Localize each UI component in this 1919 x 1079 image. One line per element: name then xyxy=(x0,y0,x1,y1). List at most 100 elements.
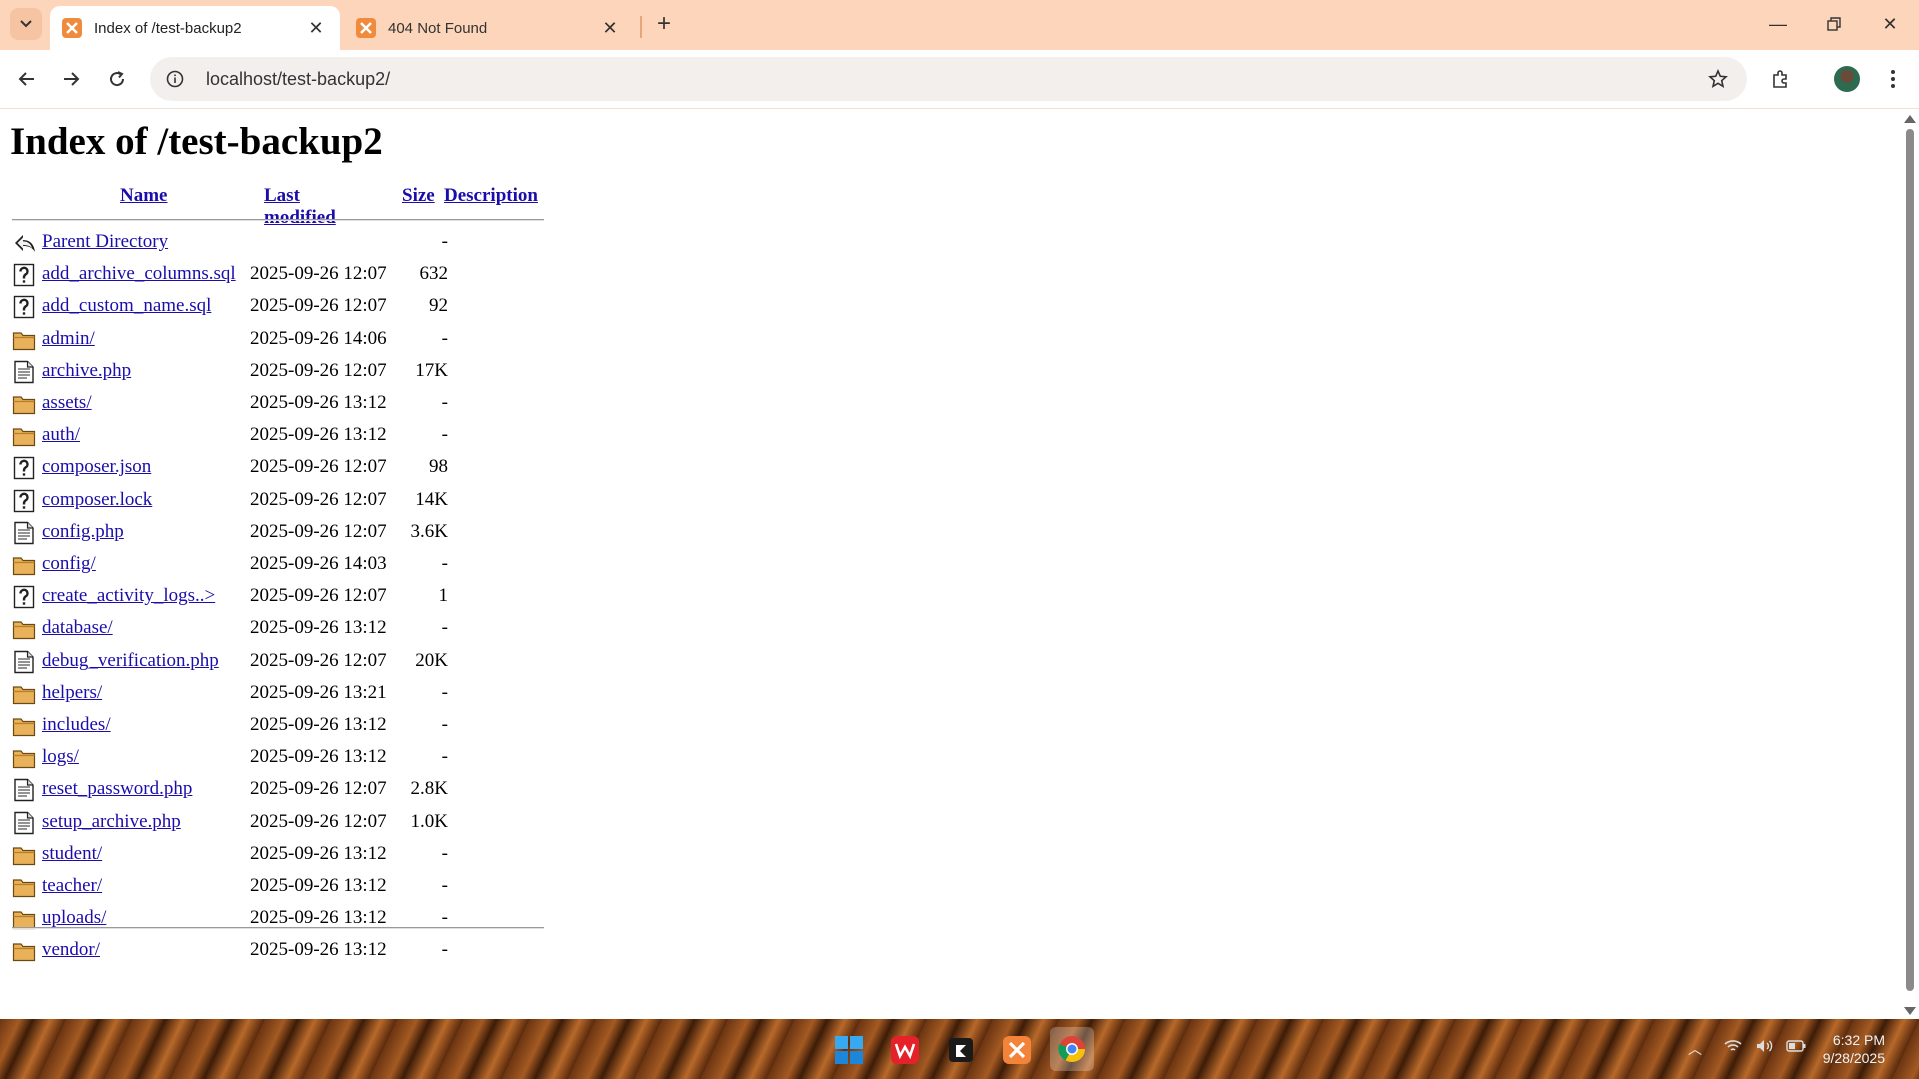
browser-toolbar: localhost/test-backup2/ xyxy=(0,50,1919,109)
file-link[interactable]: reset_password.php xyxy=(42,778,192,800)
sort-by-modified-link[interactable]: Last modified xyxy=(264,185,336,228)
table-row: database/2025-09-26 13:12 - xyxy=(12,615,572,647)
wifi-icon[interactable] xyxy=(1724,1039,1742,1056)
column-header-description[interactable]: Description xyxy=(444,185,538,207)
table-row: student/2025-09-26 13:12 - xyxy=(12,841,572,873)
file-size: 17K xyxy=(415,359,448,381)
last-modified: 2025-09-26 12:07 xyxy=(250,778,387,800)
last-modified: 2025-09-26 13:12 xyxy=(250,746,387,768)
more-vert-icon xyxy=(1891,70,1895,88)
file-link[interactable]: helpers/ xyxy=(42,682,102,704)
file-link[interactable]: create_activity_logs..> xyxy=(42,585,215,607)
wps-office-icon[interactable] xyxy=(886,1031,924,1069)
file-size: - xyxy=(441,392,448,413)
file-size: - xyxy=(441,939,448,961)
folder-icon xyxy=(12,843,36,867)
address-bar[interactable]: localhost/test-backup2/ xyxy=(150,57,1747,101)
file-link[interactable]: student/ xyxy=(42,843,102,865)
file-link[interactable]: composer.lock xyxy=(42,489,152,511)
table-row: add_archive_columns.sql 2025-09-26 12:07 6… xyxy=(12,261,572,293)
column-header-name[interactable]: Name xyxy=(120,185,167,207)
clock-date: 9/28/2025 xyxy=(1822,1050,1885,1066)
xampp-icon[interactable] xyxy=(998,1031,1036,1069)
sort-by-size-link[interactable]: Size xyxy=(402,185,435,206)
file-link[interactable]: debug_verification.php xyxy=(42,650,219,672)
tab-separator xyxy=(640,16,642,38)
show-hidden-icons-chevron-icon[interactable]: ︿ xyxy=(1688,1039,1702,1059)
table-row: reset_password.php 2025-09-26 12:07 2.8K xyxy=(12,776,572,808)
file-link[interactable]: Parent Directory xyxy=(42,231,168,253)
windows-start-icon[interactable] xyxy=(830,1031,868,1069)
table-row: composer.lock 2025-09-26 12:07 14K xyxy=(12,487,572,519)
last-modified: 2025-09-26 13:12 xyxy=(250,875,387,896)
file-size: - xyxy=(441,907,448,929)
table-row: add_custom_name.sql 2025-09-26 12:07 92 xyxy=(12,293,572,325)
battery-icon[interactable] xyxy=(1786,1039,1806,1055)
avatar-icon xyxy=(1834,66,1860,92)
file-link[interactable]: composer.json xyxy=(42,456,151,478)
chevron-down-icon xyxy=(20,20,32,28)
table-row: assets/2025-09-26 13:12 - xyxy=(12,390,572,422)
folder-icon xyxy=(12,553,36,577)
scroll-up-arrow[interactable] xyxy=(1904,115,1916,123)
file-link[interactable]: assets/ xyxy=(42,392,92,414)
extensions-button[interactable] xyxy=(1764,62,1798,96)
tab-not-found[interactable]: 404 Not Found ✕ xyxy=(344,6,634,50)
close-window-button[interactable]: ✕ xyxy=(1870,6,1910,42)
back-button[interactable] xyxy=(10,62,44,96)
table-row: auth/2025-09-26 13:12 - xyxy=(12,422,572,454)
column-header-modified[interactable]: Last modified xyxy=(264,185,336,229)
close-tab-icon[interactable]: ✕ xyxy=(598,16,622,40)
file-size: - xyxy=(441,714,448,735)
file-link[interactable]: add_archive_columns.sql xyxy=(42,263,236,285)
reload-button[interactable] xyxy=(100,62,134,96)
file-link[interactable]: vendor/ xyxy=(42,939,100,961)
text-file-icon xyxy=(12,778,36,802)
minimize-button[interactable]: — xyxy=(1758,6,1798,42)
close-tab-icon[interactable]: ✕ xyxy=(304,16,328,40)
sort-by-description-link[interactable]: Description xyxy=(444,185,538,206)
unknown-file-icon xyxy=(12,585,36,609)
system-clock[interactable]: 6:32 PM 9/28/2025 xyxy=(1823,1031,1885,1067)
text-file-icon xyxy=(12,521,36,545)
sort-by-name-link[interactable]: Name xyxy=(120,185,167,206)
restore-button[interactable] xyxy=(1814,6,1854,42)
site-info-icon[interactable] xyxy=(160,64,190,94)
file-link[interactable]: config/ xyxy=(42,553,96,575)
volume-icon[interactable] xyxy=(1756,1039,1774,1056)
file-link[interactable]: includes/ xyxy=(42,714,111,736)
file-link[interactable]: teacher/ xyxy=(42,875,102,897)
new-tab-button[interactable]: + xyxy=(650,10,678,38)
file-link[interactable]: archive.php xyxy=(42,360,131,382)
bookmark-star-icon[interactable] xyxy=(1703,64,1733,94)
vertical-scrollbar[interactable] xyxy=(1901,109,1919,1019)
url-text[interactable]: localhost/test-backup2/ xyxy=(206,69,1703,90)
profile-avatar-button[interactable] xyxy=(1830,62,1864,96)
last-modified: 2025-09-26 12:07 xyxy=(250,456,387,478)
file-link[interactable]: admin/ xyxy=(42,328,95,350)
column-header-size[interactable]: Size xyxy=(402,185,435,207)
terminal-icon[interactable] xyxy=(942,1031,980,1069)
chrome-icon[interactable] xyxy=(1050,1027,1094,1071)
file-link[interactable]: auth/ xyxy=(42,424,80,446)
folder-icon xyxy=(12,746,36,770)
tab-index[interactable]: Index of /test-backup2 ✕ xyxy=(50,6,340,50)
puzzle-icon xyxy=(1773,70,1787,88)
file-size: 1 xyxy=(438,585,449,607)
file-link[interactable]: config.php xyxy=(42,521,124,543)
xampp-favicon-icon xyxy=(356,18,376,38)
file-link[interactable]: database/ xyxy=(42,617,113,639)
forward-button[interactable] xyxy=(54,62,88,96)
reload-icon xyxy=(110,71,125,87)
file-link[interactable]: add_custom_name.sql xyxy=(42,295,211,317)
file-link[interactable]: setup_archive.php xyxy=(42,811,181,833)
file-size: - xyxy=(441,231,448,252)
scrollbar-thumb[interactable] xyxy=(1906,129,1914,991)
table-row: uploads/2025-09-26 13:12 - xyxy=(12,905,572,937)
browser-menu-button[interactable] xyxy=(1876,62,1910,96)
back-arrow-icon xyxy=(12,231,36,255)
scroll-down-arrow[interactable] xyxy=(1904,1007,1916,1015)
tab-search-button[interactable] xyxy=(10,8,42,40)
file-link[interactable]: logs/ xyxy=(42,746,79,768)
file-link[interactable]: uploads/ xyxy=(42,907,106,929)
